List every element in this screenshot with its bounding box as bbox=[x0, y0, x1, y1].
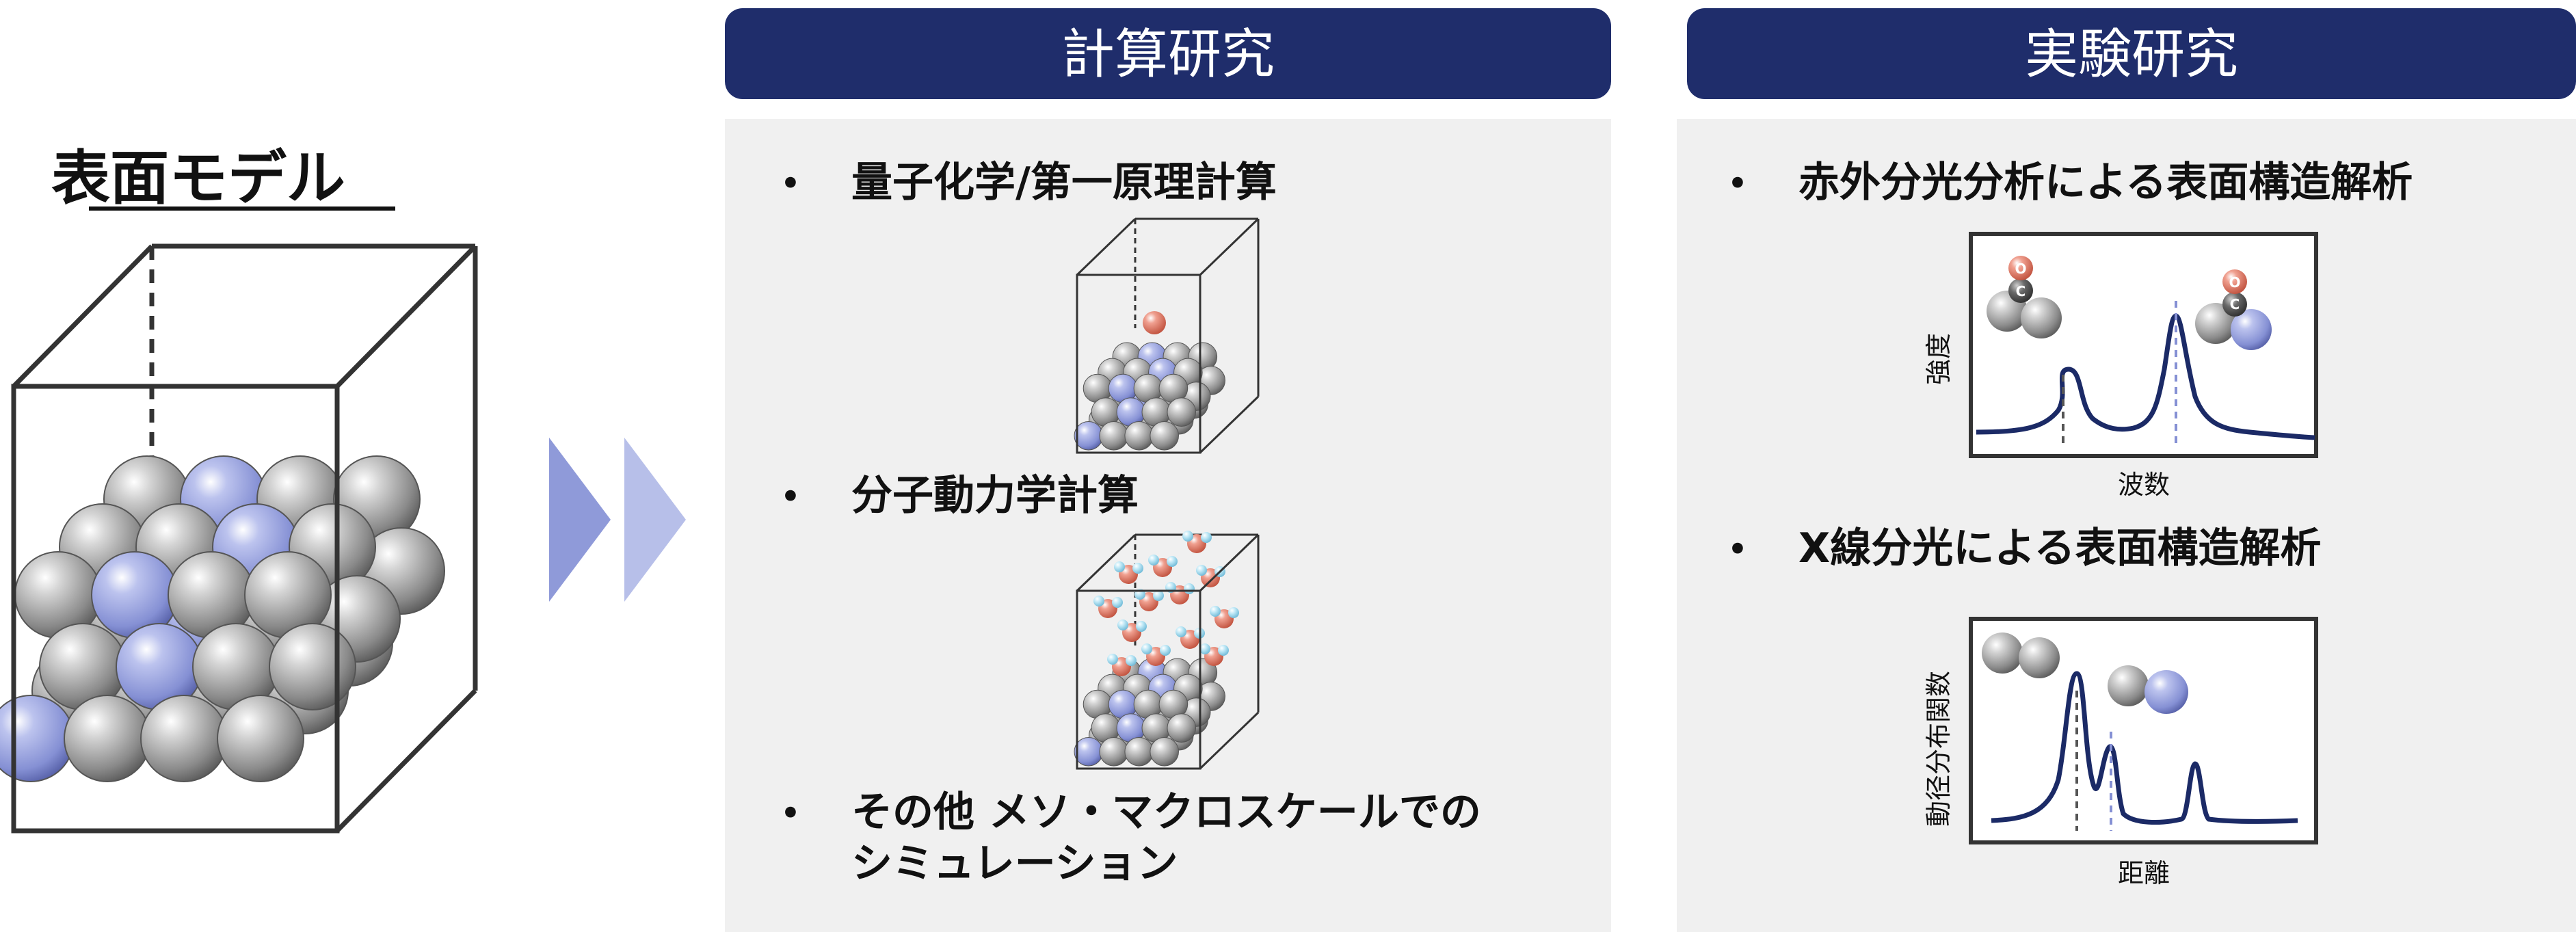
arrow-chevron-2 bbox=[624, 438, 686, 602]
surface-model-title: 表面モデル bbox=[51, 144, 345, 213]
bullet: • bbox=[780, 162, 801, 205]
experimental-item-2-label: X線分光による表面構造解析 bbox=[1798, 524, 2321, 572]
grey-atom bbox=[1167, 713, 1197, 743]
bullet: • bbox=[1727, 528, 1749, 571]
bullet: • bbox=[780, 792, 801, 835]
experimental-section: 実験研究 • 赤外分光分析による表面構造解析 強度 波数 C O C O • X… bbox=[1677, 8, 2576, 932]
arrow-chevron-1 bbox=[549, 438, 611, 602]
grey-atom bbox=[1150, 737, 1179, 767]
adsorbate-atom bbox=[1143, 311, 1166, 334]
svg-text:C: C bbox=[2230, 296, 2240, 312]
diagram-canvas: 表面モデル 計算研究 • 量子化学/第一原理計算 • 分子動力学計算 • その他… bbox=[0, 8, 2576, 932]
grey-atom bbox=[269, 623, 356, 710]
rdf-xlabel: 距離 bbox=[2118, 858, 2170, 888]
ir-xlabel: 波数 bbox=[2118, 470, 2170, 500]
blue-atom bbox=[1074, 421, 1104, 451]
grey-atom bbox=[1150, 421, 1179, 451]
flow-arrows bbox=[549, 438, 686, 602]
computational-item-2-label: 分子動力学計算 bbox=[851, 472, 1139, 520]
grey-atom bbox=[140, 695, 228, 782]
grey-atom bbox=[1099, 737, 1129, 767]
experimental-header-label: 実験研究 bbox=[2025, 24, 2238, 85]
grey-atom bbox=[1124, 421, 1154, 451]
computational-header-label: 計算研究 bbox=[1061, 24, 1275, 85]
computational-item-3-label-line1: その他 メソ・マクロスケールでの bbox=[851, 788, 1481, 836]
computational-item-3-label-line2: シミュレーション bbox=[851, 840, 1178, 888]
blue-atom bbox=[1074, 737, 1104, 767]
computational-section: 計算研究 • 量子化学/第一原理計算 • 分子動力学計算 • その他 メソ・マク… bbox=[725, 8, 1611, 932]
rdf-ylabel: 動径分布関数 bbox=[1924, 671, 1954, 827]
grey-atom bbox=[1124, 737, 1154, 767]
bullet: • bbox=[1727, 162, 1749, 205]
experimental-item-1-label: 赤外分光分析による表面構造解析 bbox=[1798, 159, 2413, 207]
grey-atom bbox=[217, 695, 304, 782]
grey-atom bbox=[64, 695, 151, 782]
surface-model-atoms bbox=[0, 455, 445, 782]
computational-item-1-label: 量子化学/第一原理計算 bbox=[851, 159, 1277, 207]
surface-model-section: 表面モデル bbox=[0, 144, 478, 834]
grey-atom bbox=[1099, 421, 1129, 451]
bullet: • bbox=[780, 475, 801, 518]
grey-atom bbox=[1167, 397, 1197, 427]
svg-text:O: O bbox=[2015, 261, 2026, 277]
svg-text:C: C bbox=[2016, 283, 2026, 299]
svg-text:O: O bbox=[2229, 274, 2240, 291]
ir-ylabel: 強度 bbox=[1924, 333, 1954, 385]
